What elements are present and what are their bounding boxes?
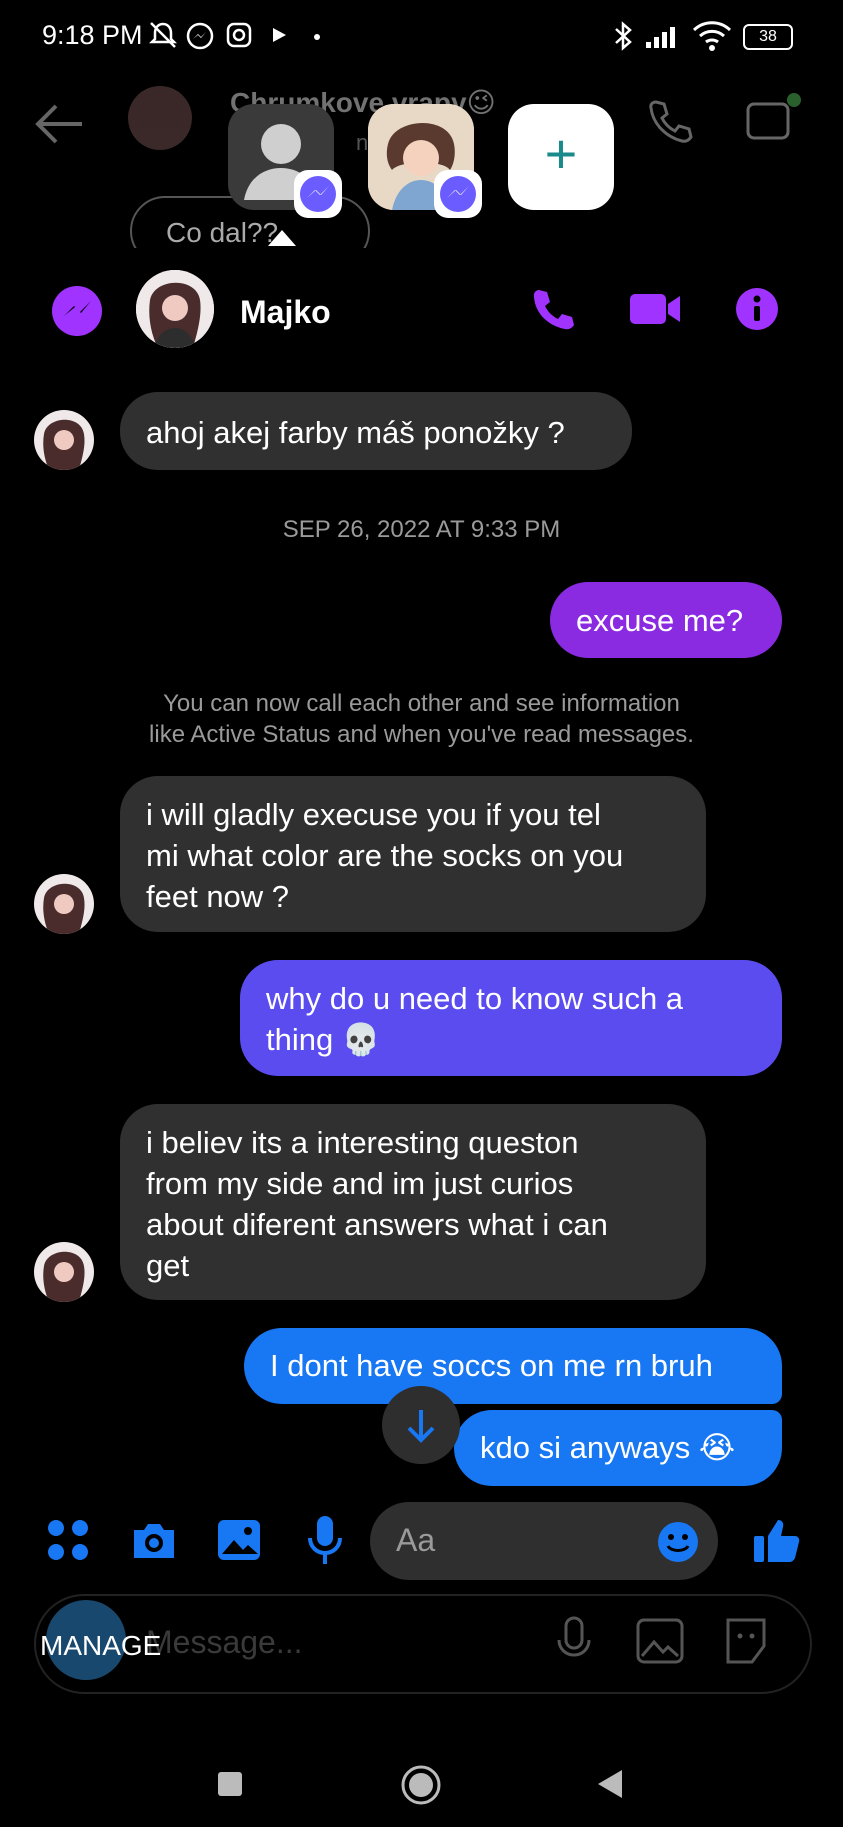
incoming-message[interactable]: i believ its a interesting queston from … [120, 1104, 706, 1300]
underlying-gallery-icon[interactable] [636, 1618, 684, 1664]
bg-video-icon[interactable] [744, 92, 802, 144]
sender-avatar [34, 874, 94, 934]
video-call-icon[interactable] [628, 290, 682, 328]
message-input-placeholder: Aa [396, 1522, 436, 1558]
back-arrow-icon[interactable] [34, 102, 84, 146]
battery-indicator: 38 [743, 24, 793, 50]
underlying-message-placeholder: Message... [146, 1624, 303, 1660]
arrow-down-icon [407, 1410, 435, 1443]
system-notice-line: like Active Status and when you've read … [149, 721, 694, 748]
info-icon[interactable] [734, 286, 780, 332]
outgoing-message[interactable]: excuse me? [550, 582, 782, 658]
back-nav-button[interactable] [596, 1768, 624, 1800]
messenger-badge [434, 170, 482, 218]
messenger-badge-icon [440, 176, 476, 212]
contact-avatar[interactable] [136, 270, 214, 348]
play-status-icon [273, 28, 286, 42]
message-line: from my side and im just curios [146, 1166, 574, 1201]
audio-call-icon[interactable] [530, 286, 576, 332]
message-line: mi what color are the socks on you [146, 838, 624, 873]
instagram-status-icon [226, 22, 252, 48]
recents-nav-button[interactable] [218, 1772, 242, 1796]
camera-icon[interactable] [130, 1518, 178, 1562]
gallery-icon[interactable] [216, 1518, 262, 1562]
outgoing-message[interactable]: I dont have soccs on me rn bruh [244, 1328, 782, 1404]
messenger-badge-icon [300, 176, 336, 212]
chat-head-unknown[interactable] [228, 104, 342, 218]
selected-head-pointer [268, 230, 296, 246]
message-input[interactable]: Aa [370, 1502, 718, 1580]
notification-dot [314, 34, 320, 40]
system-notice: You can now call each other and see info… [0, 688, 843, 750]
scroll-to-bottom-button[interactable] [382, 1386, 460, 1464]
more-actions-icon[interactable] [46, 1518, 90, 1562]
message-line: get [146, 1248, 190, 1283]
like-thumbs-up-icon[interactable] [752, 1516, 802, 1564]
sender-avatar-image [43, 883, 85, 934]
incoming-message[interactable]: ahoj akej farby máš ponožky ? [120, 392, 632, 470]
sender-avatar-image [43, 419, 85, 470]
sender-avatar [34, 410, 94, 470]
bg-phone-icon[interactable] [646, 96, 694, 144]
sender-avatar [34, 1242, 94, 1302]
add-chat-head-button[interactable]: + [508, 104, 614, 210]
incoming-message[interactable]: i will gladly execuse you if you tel mi … [120, 776, 706, 932]
messenger-logo-icon[interactable] [50, 284, 104, 338]
wifi-icon [692, 21, 732, 51]
emoji-icon[interactable] [656, 1520, 700, 1564]
message-line: i will gladly execuse you if you tel [146, 797, 601, 832]
microphone-icon[interactable] [306, 1514, 344, 1566]
system-notice-line: You can now call each other and see info… [163, 690, 680, 717]
group-avatar [128, 86, 192, 150]
underlying-mic-icon[interactable] [554, 1616, 594, 1668]
system-nav-bar [0, 1720, 843, 1827]
message-line: feet now ? [146, 879, 290, 914]
messenger-status-icon [186, 22, 214, 50]
outgoing-message[interactable]: why do u need to know such a thing 💀 [240, 960, 782, 1076]
outgoing-message[interactable]: kdo si anyways 😭 [454, 1410, 782, 1486]
message-line: i believ its a interesting queston [146, 1125, 579, 1160]
message-timestamp: SEP 26, 2022 AT 9:33 PM [282, 516, 561, 543]
signal-icon [646, 27, 675, 48]
messenger-badge [294, 170, 342, 218]
bluetooth-icon [615, 21, 632, 51]
contact-name: Majko [240, 294, 331, 330]
contact-avatar-image [136, 270, 214, 348]
chat-head-majko[interactable] [368, 104, 482, 218]
status-bar: 9:18 PM 38 [0, 0, 843, 70]
message-line: about diferent answers what i can [146, 1207, 608, 1242]
status-time: 9:18 PM [42, 20, 143, 50]
home-nav-button[interactable] [400, 1764, 442, 1806]
message-line: why do u need to know such a [266, 981, 684, 1016]
message-line: thing 💀 [266, 1022, 381, 1057]
panel-header: Majko [0, 258, 843, 368]
muted-bell-icon [148, 22, 178, 48]
sender-avatar-image [43, 1251, 85, 1302]
underlying-sticker-icon[interactable] [722, 1618, 770, 1664]
manage-label[interactable]: MANAGE [40, 1630, 161, 1662]
